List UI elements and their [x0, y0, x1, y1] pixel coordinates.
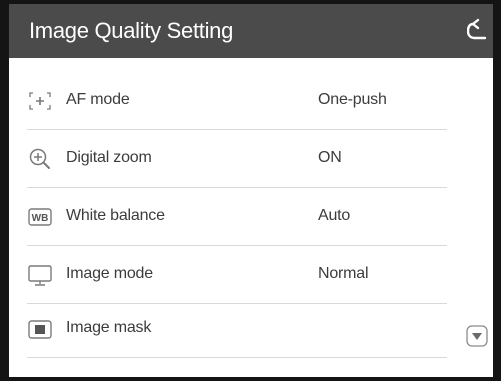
menu-item-label: White balance [66, 207, 165, 224]
monitor-icon [27, 262, 53, 288]
screen-frame: Image Quality Setting AF mode One-push D… [0, 0, 501, 381]
menu-item-white-balance[interactable]: WB White balance Auto [27, 188, 447, 246]
menu-item-label: Image mask [66, 319, 152, 336]
image-mask-icon [27, 316, 53, 342]
page-title: Image Quality Setting [29, 18, 234, 43]
menu-item-af-mode[interactable]: AF mode One-push [27, 72, 447, 130]
menu-item-label: Image mode [66, 265, 153, 282]
menu-item-value: One-push [318, 91, 387, 108]
zoom-in-icon [27, 146, 53, 172]
menu-item-image-mode[interactable]: Image mode Normal [27, 246, 447, 304]
menu-item-image-mask[interactable]: Image mask [27, 300, 447, 358]
menu-item-value: Normal [318, 265, 369, 282]
menu-item-value: ON [318, 149, 342, 166]
menu-item-label: Digital zoom [66, 149, 152, 166]
menu-item-value: Auto [318, 207, 351, 224]
back-button[interactable] [466, 18, 489, 42]
scroll-down-button[interactable] [466, 325, 488, 347]
return-arrow-icon [466, 18, 487, 40]
menu-item-digital-zoom[interactable]: Digital zoom ON [27, 130, 447, 188]
header-bar: Image Quality Setting [9, 4, 493, 58]
svg-text:WB: WB [32, 213, 49, 224]
white-balance-icon: WB [27, 204, 53, 230]
scroll-down-icon [466, 325, 488, 347]
menu-item-label: AF mode [66, 91, 130, 108]
af-focus-icon [27, 88, 53, 114]
